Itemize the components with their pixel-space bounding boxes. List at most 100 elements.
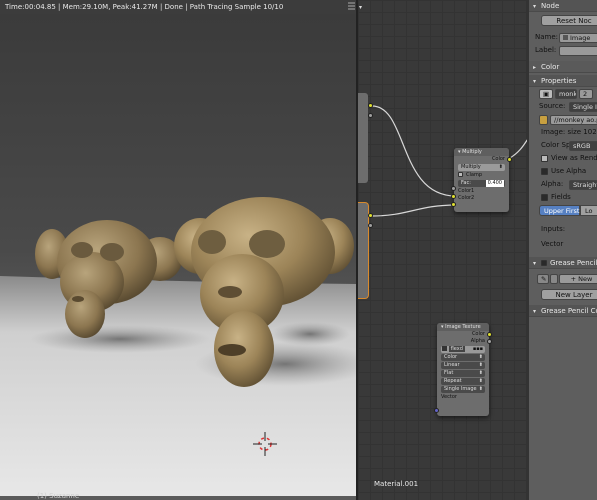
node-header[interactable]: ▾ Multiply <box>454 148 509 156</box>
image-icon <box>563 35 568 40</box>
alpha-mode-dropdown[interactable]: Straight <box>569 180 597 190</box>
folder-icon[interactable] <box>539 115 548 125</box>
socket-output-color[interactable] <box>507 157 512 162</box>
socket-input-vector[interactable] <box>434 408 439 413</box>
color-panel-header[interactable]: ▸ Color <box>529 61 597 73</box>
render-status-bar: Time:00:04.85 | Mem:29.10M, Peak:41.27M … <box>0 0 356 14</box>
vector-row: Vector <box>441 394 457 400</box>
3d-viewport[interactable]: Time:00:04.85 | Mem:29.10M, Peak:41.27M … <box>0 0 356 500</box>
offscreen-node-selected[interactable] <box>358 203 373 298</box>
output-alpha-row: Alpha <box>470 338 485 344</box>
inputs-label: Inputs: <box>541 225 566 233</box>
node-name-field[interactable]: Image <box>559 33 597 43</box>
lower-first-button[interactable]: Lo <box>580 205 597 216</box>
node-editor[interactable]: ▾ ▾ Multiply Color Multiply ⬍ Clamp Fac: … <box>356 0 527 500</box>
image-size-text: Image: size 1024 x 1 <box>541 128 597 136</box>
fac-slider[interactable]: Fac: 0.400 <box>458 180 505 187</box>
dropdown-arrow-icon: ⬍ <box>478 354 483 360</box>
area-split-handle[interactable] <box>347 0 356 14</box>
multiply-node[interactable]: ▾ Multiply Color Multiply ⬍ Clamp Fac: 0.… <box>451 148 512 212</box>
use-alpha-row[interactable]: Use Alpha <box>529 165 597 178</box>
socket-output-color[interactable] <box>487 332 492 337</box>
filepath-field[interactable]: //monkey ao.png <box>550 115 597 125</box>
expand-icon: ▾ <box>533 308 537 315</box>
material-name-label: Material.001 <box>374 480 419 488</box>
color-space-row: Color Sp sRGB <box>529 139 597 152</box>
pencil-icon[interactable]: ✎ <box>537 274 549 284</box>
socket-input-color1[interactable] <box>451 194 456 199</box>
image-selector[interactable]: flexd ▪▪▪ <box>441 346 485 353</box>
image-datablock-row: ▣ monke 2 <box>529 87 597 100</box>
node-panel: Reset Noc <box>529 12 597 26</box>
node-header[interactable]: ▾ Image Texture <box>437 323 489 331</box>
output-color-row: Color <box>471 331 485 337</box>
dropdown-arrow-icon: ⬍ <box>478 386 483 392</box>
socket-output[interactable] <box>368 113 373 118</box>
collapse-icon: ▸ <box>533 64 537 71</box>
image-browse-icon[interactable]: ▣ <box>539 89 553 99</box>
filepath-row: //monkey ao.png <box>529 113 597 126</box>
grease-pencil-checkbox[interactable] <box>541 260 547 266</box>
dropdown-arrow-icon: ⬍ <box>498 164 503 170</box>
node-name-row: Name: Image <box>529 31 597 44</box>
node-title: Multiply <box>462 149 482 155</box>
interpolation-dropdown[interactable]: Linear ⬍ <box>441 362 485 369</box>
dropdown-arrow-icon: ⬍ <box>478 378 483 384</box>
socket-output[interactable] <box>368 213 373 218</box>
reset-node-button[interactable]: Reset Noc <box>541 15 597 26</box>
active-object-label: (1) Suzanne <box>37 492 80 500</box>
new-layer-button[interactable]: New Layer <box>541 289 597 300</box>
render-view <box>0 197 356 500</box>
source-row: Source: Single Im <box>529 100 597 113</box>
node-label-field[interactable] <box>559 46 597 56</box>
view-as-render-row[interactable]: View as Render <box>529 152 597 165</box>
upper-first-button[interactable]: Upper First <box>539 205 580 216</box>
use-alpha-checkbox[interactable] <box>541 167 548 175</box>
image-users-count[interactable]: 2 <box>579 89 593 99</box>
grease-pencil-header[interactable]: ▾ Grease Pencil <box>529 257 597 269</box>
view-as-render-checkbox[interactable] <box>541 154 548 162</box>
grease-pencil-colors-header[interactable]: ▾ Grease Pencil Co <box>529 305 597 317</box>
node-output-row: Color <box>454 156 509 163</box>
socket-output-alpha[interactable] <box>487 339 492 344</box>
alpha-mode-row: Alpha: Straight <box>529 178 597 191</box>
socket-input-fac[interactable] <box>451 186 456 191</box>
vector-input-label: Vector <box>541 240 564 248</box>
expand-icon: ▾ <box>533 3 537 10</box>
node-links <box>371 105 527 217</box>
clamp-row[interactable]: Clamp <box>454 172 509 179</box>
field-order-row: Upper First Lo <box>529 204 597 217</box>
image-name-field[interactable]: monke <box>555 89 577 99</box>
fields-row[interactable]: Fields <box>529 191 597 204</box>
color-space-dropdown[interactable]: Color ⬍ <box>441 354 485 361</box>
expand-icon: ▾ <box>533 260 537 267</box>
clamp-checkbox[interactable] <box>458 172 463 177</box>
node-label-row: Label: <box>529 44 597 57</box>
dropdown-arrow-icon: ⬍ <box>478 362 483 368</box>
projection-dropdown[interactable]: Flat ⬍ <box>441 370 485 377</box>
output-label: Color <box>491 156 505 162</box>
node-title: Image Texture <box>445 324 481 330</box>
fields-checkbox[interactable] <box>541 193 548 201</box>
image-texture-node[interactable]: ▾ Image Texture Color Alpha flexd ▪▪▪ Co… <box>434 323 492 416</box>
blend-mode-dropdown[interactable]: Multiply ⬍ <box>458 164 505 171</box>
socket-input-color2[interactable] <box>451 202 456 207</box>
source-dropdown[interactable]: Single Image ⬍ <box>441 386 485 393</box>
fac-value[interactable]: 0.400 <box>485 180 504 187</box>
socket-output[interactable] <box>368 223 373 228</box>
properties-panel-header[interactable]: ▾ Properties <box>529 75 597 87</box>
color-space-dropdown[interactable]: sRGB <box>569 141 597 151</box>
image-buttons-icon[interactable]: ▪▪▪ <box>473 346 483 353</box>
node-panel-header[interactable]: ▾ Node <box>529 0 597 12</box>
offscreen-node-top[interactable] <box>358 93 373 183</box>
grease-pencil-datablock-row: ✎ + New <box>529 272 597 285</box>
dropdown-arrow-icon: ⬍ <box>478 370 483 376</box>
source-dropdown[interactable]: Single Im <box>569 102 597 112</box>
color2-row: Color2 <box>458 195 475 201</box>
dropdown-arrow-icon[interactable] <box>550 274 558 284</box>
extension-dropdown[interactable]: Repeat ⬍ <box>441 378 485 385</box>
color1-row: Color1 <box>458 188 475 194</box>
grease-pencil-new-button[interactable]: + New <box>559 274 597 284</box>
properties-sidebar[interactable]: ▾ Node Reset Noc Name: Image Label: ▸ Colo… <box>527 0 597 500</box>
socket-output[interactable] <box>368 103 373 108</box>
